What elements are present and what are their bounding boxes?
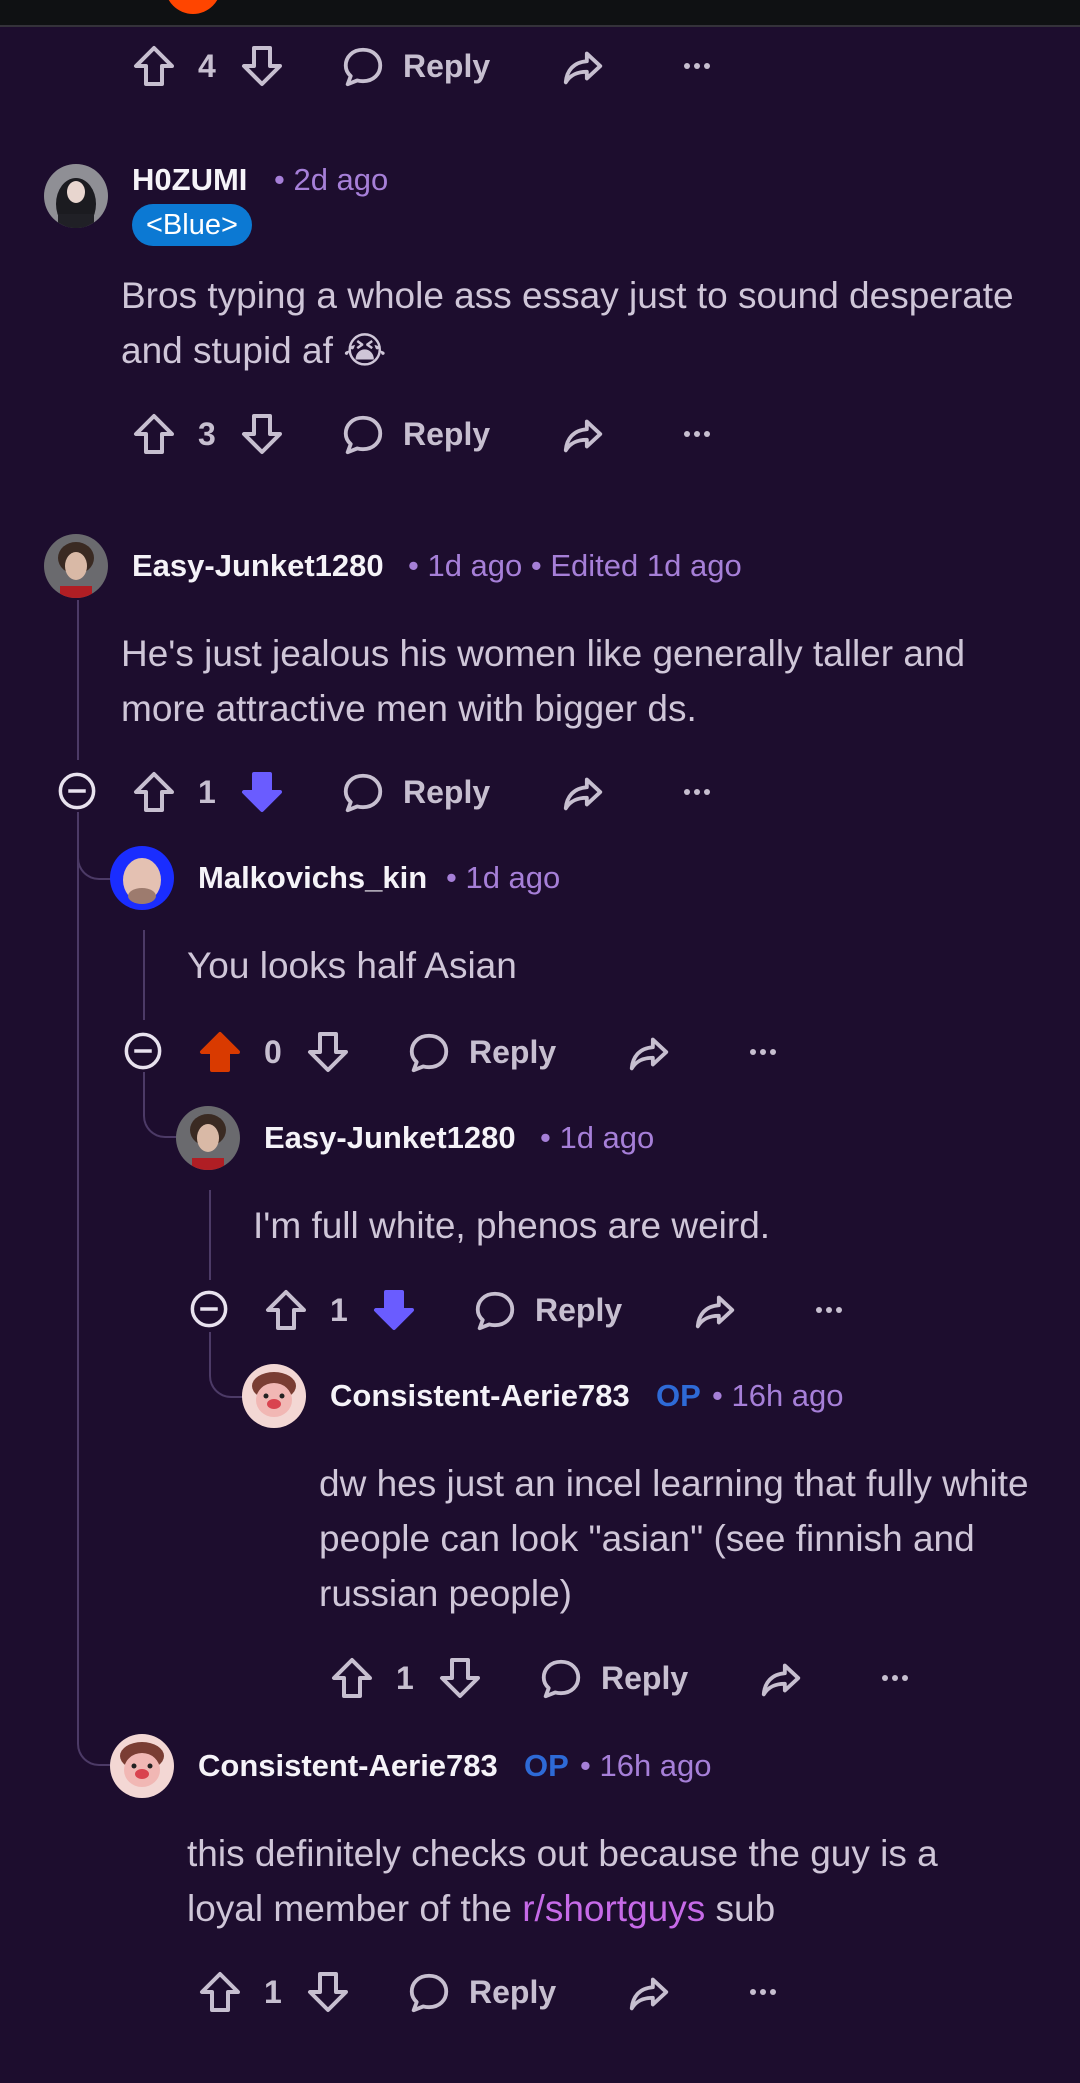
- share-icon[interactable]: [560, 412, 606, 458]
- username[interactable]: Easy-Junket1280: [132, 548, 384, 584]
- comment-body: I'm full white, phenos are weird.: [253, 1205, 771, 1246]
- comment-timestamp: • 16h ago: [712, 1378, 844, 1413]
- downvote-icon[interactable]: [238, 768, 286, 816]
- reply-bubble-icon[interactable]: [340, 412, 386, 458]
- avatar[interactable]: [242, 1364, 306, 1428]
- reply-button[interactable]: Reply: [469, 1034, 556, 1071]
- share-icon[interactable]: [692, 1288, 738, 1334]
- comment-timestamp: • 1d ago • Edited 1d ago: [408, 548, 742, 583]
- more-icon[interactable]: [682, 424, 712, 444]
- comment-timestamp: • 2d ago: [274, 162, 389, 197]
- reply-button[interactable]: Reply: [403, 774, 490, 811]
- vote-count: 1: [330, 1292, 348, 1328]
- collapse-icon[interactable]: [122, 1030, 164, 1072]
- action-bar: 1 Reply: [196, 1962, 796, 2022]
- username[interactable]: Malkovichs_kin: [198, 860, 427, 896]
- comment-body: He's just jealous his women like general…: [121, 633, 966, 729]
- reply-bubble-icon[interactable]: [406, 1970, 452, 2016]
- collapse-icon[interactable]: [188, 1288, 230, 1330]
- more-icon[interactable]: [748, 1042, 778, 1062]
- avatar[interactable]: [110, 846, 174, 910]
- more-icon[interactable]: [682, 56, 712, 76]
- comment-body: You looks half Asian: [187, 945, 517, 986]
- vote-count: 4: [198, 48, 216, 84]
- thread-line: [77, 812, 79, 1742]
- avatar[interactable]: [176, 1106, 240, 1170]
- reply-bubble-icon[interactable]: [340, 44, 386, 90]
- op-badge: OP: [524, 1748, 569, 1783]
- reply-button[interactable]: Reply: [403, 416, 490, 453]
- username[interactable]: Consistent-Aerie783: [330, 1378, 630, 1414]
- more-icon[interactable]: [682, 782, 712, 802]
- share-icon[interactable]: [560, 770, 606, 816]
- downvote-icon[interactable]: [304, 1968, 352, 2016]
- avatar[interactable]: [44, 534, 108, 598]
- comment-body: Bros typing a whole ass essay just to so…: [121, 275, 1014, 371]
- subreddit-link[interactable]: r/shortguys: [522, 1888, 705, 1929]
- action-bar: 3 Reply: [130, 404, 730, 464]
- vote-count: 1: [198, 774, 216, 810]
- downvote-icon[interactable]: [370, 1286, 418, 1334]
- vote-count: 1: [264, 1974, 282, 2010]
- more-icon[interactable]: [748, 1982, 778, 2002]
- action-bar: 4 Reply: [130, 36, 730, 96]
- downvote-icon[interactable]: [304, 1028, 352, 1076]
- user-flair-badge: <Blue>: [132, 204, 252, 246]
- thread-connector: [77, 1700, 115, 1766]
- thread-line: [209, 1190, 211, 1280]
- username[interactable]: H0ZUMI: [132, 162, 247, 198]
- avatar[interactable]: [44, 164, 108, 228]
- thread-line: [143, 930, 145, 1020]
- reply-button[interactable]: Reply: [535, 1292, 622, 1329]
- comment-timestamp: • 1d ago: [446, 860, 561, 895]
- username[interactable]: Easy-Junket1280: [264, 1120, 516, 1156]
- comment-body: this definitely checks out because the g…: [187, 1826, 1007, 1936]
- share-icon[interactable]: [758, 1656, 804, 1702]
- thread-connector: [143, 1072, 181, 1138]
- username[interactable]: Consistent-Aerie783: [198, 1748, 498, 1784]
- upvote-icon[interactable]: [130, 42, 178, 90]
- reply-bubble-icon[interactable]: [340, 770, 386, 816]
- action-bar: 1 Reply: [262, 1280, 862, 1340]
- reddit-logo-icon[interactable]: [165, 0, 221, 14]
- upvote-icon[interactable]: [130, 768, 178, 816]
- more-icon[interactable]: [880, 1668, 910, 1688]
- upvote-icon[interactable]: [196, 1968, 244, 2016]
- action-bar: 1 Reply: [328, 1648, 928, 1708]
- reply-bubble-icon[interactable]: [472, 1288, 518, 1334]
- downvote-icon[interactable]: [238, 410, 286, 458]
- upvote-icon[interactable]: [262, 1286, 310, 1334]
- action-bar: 1 Reply: [130, 762, 730, 822]
- vote-count: 1: [396, 1660, 414, 1696]
- upvote-icon[interactable]: [130, 410, 178, 458]
- vote-count: 0: [264, 1034, 282, 1070]
- upvote-icon[interactable]: [196, 1028, 244, 1076]
- comment-body-text: sub: [705, 1888, 776, 1929]
- vote-count: 3: [198, 416, 216, 452]
- more-icon[interactable]: [814, 1300, 844, 1320]
- reply-button[interactable]: Reply: [469, 1974, 556, 2011]
- avatar[interactable]: [110, 1734, 174, 1798]
- collapse-icon[interactable]: [56, 770, 98, 812]
- thread-connector: [77, 812, 115, 880]
- reply-button[interactable]: Reply: [601, 1660, 688, 1697]
- comment-body: dw hes just an incel learning that fully…: [319, 1463, 1029, 1614]
- comment-timestamp: • 1d ago: [540, 1120, 655, 1155]
- comment-timestamp: • 16h ago: [580, 1748, 712, 1783]
- thread-line: [77, 600, 79, 760]
- reply-bubble-icon[interactable]: [538, 1656, 584, 1702]
- downvote-icon[interactable]: [436, 1654, 484, 1702]
- top-app-bar: [0, 0, 1080, 27]
- reply-bubble-icon[interactable]: [406, 1030, 452, 1076]
- share-icon[interactable]: [626, 1970, 672, 2016]
- op-badge: OP: [656, 1378, 701, 1413]
- upvote-icon[interactable]: [328, 1654, 376, 1702]
- downvote-icon[interactable]: [238, 42, 286, 90]
- share-icon[interactable]: [626, 1030, 672, 1076]
- reply-button[interactable]: Reply: [403, 48, 490, 85]
- thread-connector: [209, 1332, 247, 1398]
- action-bar: 0 Reply: [196, 1022, 796, 1082]
- share-icon[interactable]: [560, 44, 606, 90]
